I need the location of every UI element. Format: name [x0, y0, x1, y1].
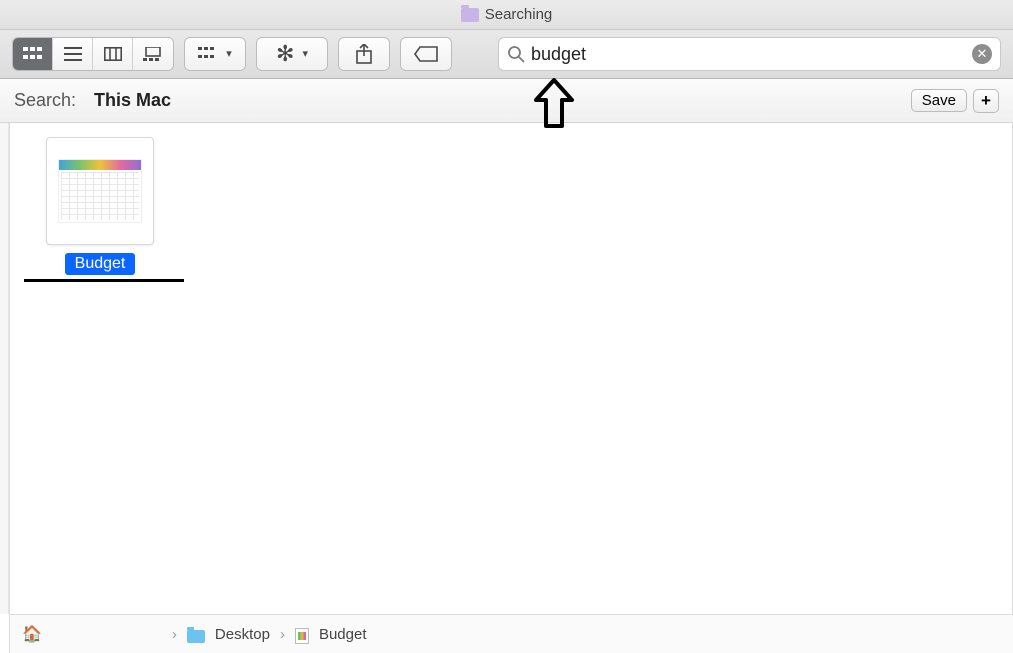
- scope-right: Save +: [911, 89, 999, 113]
- list-view-button[interactable]: [53, 38, 93, 70]
- search-field-wrap[interactable]: ✕: [498, 37, 1001, 71]
- tag-icon: [414, 46, 438, 62]
- save-search-button[interactable]: Save: [911, 89, 967, 112]
- arrow-up-icon: [532, 78, 576, 130]
- window-title-wrap: Searching: [461, 6, 553, 23]
- search-input[interactable]: [531, 44, 972, 65]
- folder-icon: [461, 8, 479, 22]
- view-mode-group: [12, 37, 174, 71]
- path-separator: ›: [280, 626, 285, 643]
- path-separator: ›: [172, 626, 177, 643]
- gallery-view-button[interactable]: [133, 38, 173, 70]
- group-by-group: ▾: [184, 37, 246, 71]
- file-thumbnail: [46, 137, 154, 245]
- scope-bar: Search: This Mac Save +: [0, 79, 1013, 123]
- home-icon[interactable]: 🏠: [22, 624, 42, 644]
- icon-view-button[interactable]: [13, 38, 53, 70]
- window-title: Searching: [485, 6, 553, 23]
- column-view-button[interactable]: [93, 38, 133, 70]
- tag-group: [400, 37, 452, 71]
- annotation-arrow: [532, 78, 576, 133]
- share-group: [338, 37, 390, 71]
- edit-tags-button[interactable]: [401, 38, 451, 70]
- search-icon: [507, 45, 525, 63]
- clear-search-button[interactable]: ✕: [972, 44, 992, 64]
- group-by-button[interactable]: ▾: [185, 38, 245, 70]
- share-button[interactable]: [339, 38, 389, 70]
- add-criteria-button[interactable]: +: [973, 89, 999, 113]
- scope-label: Search:: [14, 90, 76, 111]
- spreadsheet-preview: [58, 159, 142, 223]
- annotation-underline: [24, 279, 184, 282]
- titlebar: Searching: [0, 0, 1013, 30]
- path-item-desktop[interactable]: Desktop: [215, 626, 270, 643]
- gear-icon: ✻: [276, 43, 294, 65]
- document-icon: [295, 628, 309, 644]
- scope-this-mac[interactable]: This Mac: [94, 90, 171, 111]
- folder-icon: [187, 630, 205, 643]
- action-menu-button[interactable]: ✻ ▾: [257, 38, 327, 70]
- file-item-budget[interactable]: Budget: [30, 137, 170, 275]
- toolbar: ▾ ✻ ▾ ✕: [0, 30, 1013, 79]
- path-item-budget[interactable]: Budget: [319, 626, 367, 643]
- sidebar-strip: [0, 123, 9, 614]
- close-icon: ✕: [977, 46, 988, 62]
- path-bar: 🏠 › Desktop › Budget: [9, 614, 1013, 653]
- chevron-down-icon: ▾: [226, 49, 232, 60]
- chevron-down-icon: ▾: [302, 49, 308, 60]
- action-group: ✻ ▾: [256, 37, 328, 71]
- share-icon: [356, 44, 372, 64]
- scope-left: Search: This Mac: [14, 90, 171, 111]
- results-area[interactable]: Budget: [9, 123, 1013, 614]
- file-name-label: Budget: [65, 253, 136, 275]
